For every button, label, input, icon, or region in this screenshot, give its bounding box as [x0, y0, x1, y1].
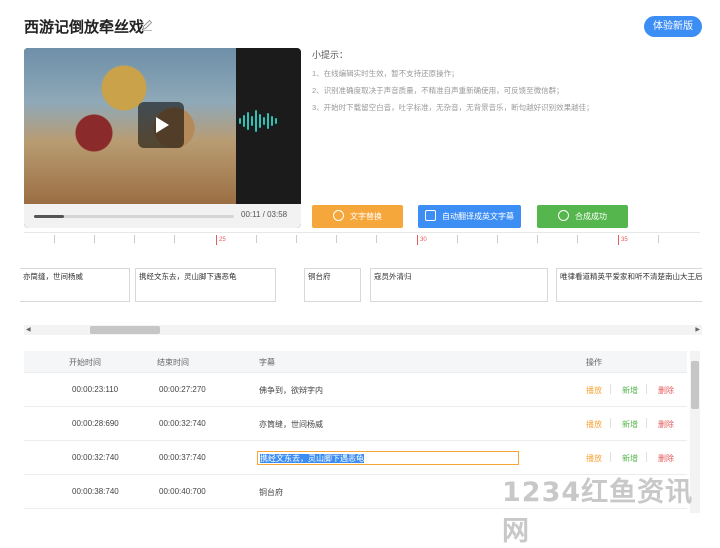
ruler-tick — [174, 235, 175, 243]
timeline-subtitle-block[interactable]: 亦筒缝，世间杨威 — [20, 268, 130, 302]
end-time: 00:00:32:740 — [159, 419, 206, 428]
column-end: 结束时间 — [157, 358, 189, 367]
ruler-major-tick — [618, 235, 619, 245]
play-link[interactable]: 播放 — [586, 385, 602, 396]
auto-translate-button[interactable]: 自动翻译成英文字幕 — [418, 205, 521, 228]
page-title: 西游记倒放牵丝戏 — [24, 19, 145, 36]
ruler-major-tick — [417, 235, 418, 245]
scrollbar-thumb[interactable] — [90, 326, 160, 334]
subtitle-text[interactable]: 亦筒缝，世间杨威 — [259, 419, 323, 430]
progress-fill — [34, 215, 64, 218]
tips-title: 小提示： — [312, 50, 349, 60]
ruler-tick — [256, 235, 257, 243]
scrollbar-thumb[interactable] — [691, 361, 699, 409]
video-frame — [24, 48, 236, 204]
progress-bar[interactable] — [34, 215, 234, 218]
ruler-tick — [94, 235, 95, 243]
divider — [646, 384, 647, 394]
delete-link[interactable]: 删除 — [658, 419, 674, 430]
compose-button[interactable]: 合成成功 — [537, 205, 628, 228]
end-time: 00:00:40:700 — [159, 487, 206, 496]
edit-pencil-icon[interactable] — [140, 18, 154, 32]
text-replace-button[interactable]: 文字替换 — [312, 205, 403, 228]
start-time: 00:00:38:740 — [72, 487, 119, 496]
divider — [646, 452, 647, 462]
table-header: 开始时间 结束时间 字幕 操作 — [24, 351, 687, 373]
ruler-tick — [376, 235, 377, 243]
end-time: 00:00:27:270 — [159, 385, 206, 394]
ruler-major-tick — [216, 235, 217, 245]
ruler-tick — [577, 235, 578, 243]
column-subtitle: 字幕 — [259, 358, 275, 367]
translate-icon — [425, 210, 436, 221]
ruler-tick — [497, 235, 498, 243]
divider — [646, 418, 647, 428]
scroll-right-icon[interactable]: ▶ — [695, 326, 700, 333]
delete-link[interactable]: 删除 — [658, 385, 674, 396]
divider — [610, 418, 611, 428]
timeline-subtitle-block[interactable]: 铜台府 — [304, 268, 361, 302]
ruler-tick — [336, 235, 337, 243]
play-icon — [156, 117, 169, 133]
column-start: 开始时间 — [69, 358, 101, 367]
add-link[interactable]: 新增 — [622, 385, 638, 396]
divider — [610, 452, 611, 462]
ruler-label: 35 — [621, 237, 628, 243]
start-time: 00:00:28:690 — [72, 419, 119, 428]
watermark: 1234红鱼资讯网 — [502, 477, 694, 547]
play-link[interactable]: 播放 — [586, 419, 602, 430]
try-new-version-button[interactable]: 体验新版 — [644, 16, 702, 37]
delete-link[interactable]: 删除 — [658, 453, 674, 464]
start-time: 00:00:23:110 — [72, 385, 119, 394]
table-row: 00:00:23:110 00:00:27:270 佛争到，欲辩字内 播放 新增… — [24, 373, 687, 407]
ruler-tick — [134, 235, 135, 243]
timeline-scrollbar[interactable]: ◀ ▶ — [24, 325, 702, 335]
ruler-tick — [296, 235, 297, 243]
audio-wave-icon — [239, 110, 277, 132]
play-button[interactable] — [138, 102, 184, 148]
tip-item: 3、开始时下载留空白音，吐字标准，无杂音，无背景音乐，断句越好识别效果越佳； — [312, 103, 594, 112]
timeline-subtitle-block[interactable]: 寇员外清归 — [370, 268, 548, 302]
time-display: 00:11 / 03:58 — [241, 210, 288, 219]
table-row: 00:00:28:690 00:00:32:740 亦筒缝，世间杨威 播放 新增… — [24, 407, 687, 441]
text-icon — [333, 210, 344, 221]
add-link[interactable]: 新增 — [622, 419, 638, 430]
play-link[interactable]: 播放 — [586, 453, 602, 464]
timeline-ruler[interactable]: 25 30 35 — [24, 232, 700, 246]
divider — [610, 384, 611, 394]
subtitle-edit-input[interactable]: 携经文东去，灵山脚下遇恶龟 — [257, 451, 519, 465]
subtitle-text[interactable]: 佛争到，欲辩字内 — [259, 385, 323, 396]
ruler-label: 30 — [420, 237, 427, 243]
compose-icon — [558, 210, 569, 221]
timeline-subtitle-block[interactable]: 唯律看道精英平爱家和听不清楚南山大王后 — [556, 268, 702, 302]
video-player[interactable]: 00:11 / 03:58 — [24, 48, 301, 228]
tip-item: 2、识别准确度取决于声音质量，不精准自声重新确使用，可反馈至微信群； — [312, 86, 564, 95]
ruler-tick — [537, 235, 538, 243]
ruler-tick — [658, 235, 659, 243]
add-link[interactable]: 新增 — [622, 453, 638, 464]
timeline-subtitle-block[interactable]: 携经文东去，灵山脚下遇恶龟 — [135, 268, 276, 302]
ruler-label: 25 — [219, 237, 226, 243]
column-operations: 操作 — [586, 358, 602, 367]
ruler-tick — [457, 235, 458, 243]
video-controls: 00:11 / 03:58 — [24, 204, 301, 228]
ruler-tick — [54, 235, 55, 243]
tip-item: 1、在线编辑实时生效，暂不支持还原操作； — [312, 69, 459, 78]
start-time: 00:00:32:740 — [72, 453, 119, 462]
end-time: 00:00:37:740 — [159, 453, 206, 462]
subtitle-text[interactable]: 铜台府 — [259, 487, 283, 498]
scroll-left-icon[interactable]: ◀ — [26, 326, 31, 333]
